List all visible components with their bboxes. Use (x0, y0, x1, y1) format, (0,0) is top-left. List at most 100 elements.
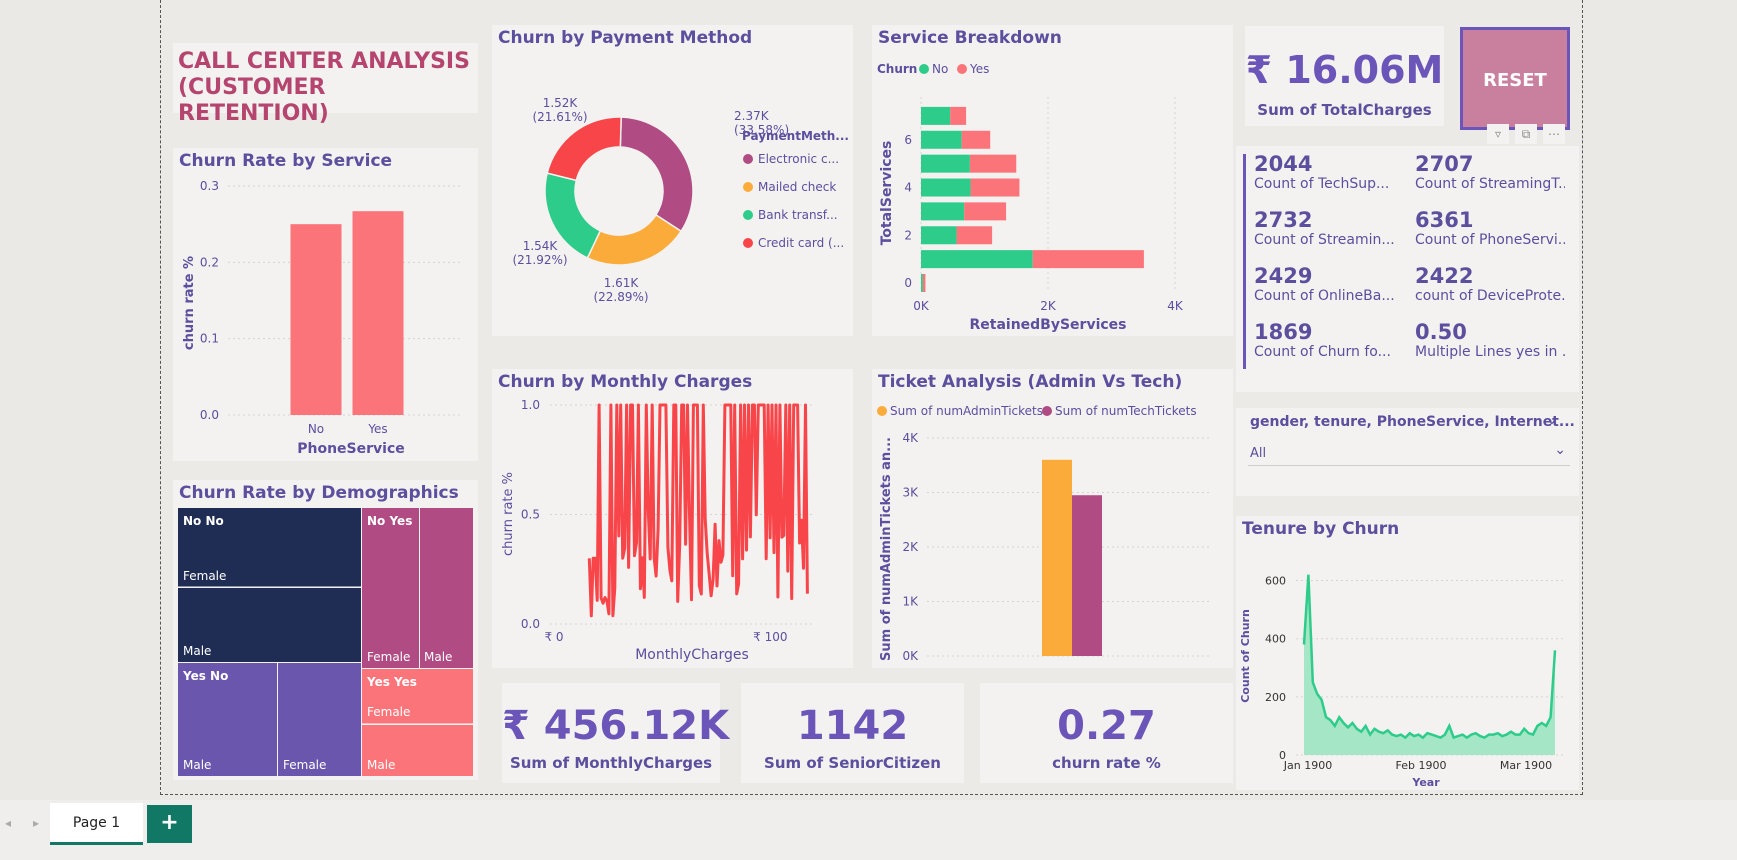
kpi-item: 1869 Count of Churn fo... (1254, 320, 1404, 360)
treemap-cell-label: Male (183, 644, 212, 658)
page-title: CALL CENTER ANALYSIS (CUSTOMER RETENTION… (178, 49, 478, 127)
bar (1042, 459, 1072, 656)
slicer-dropdown[interactable]: All ⌄ (1248, 442, 1570, 466)
treemap-cell-yes-no-female[interactable]: Female (278, 663, 361, 776)
y-tick-label: 0.0 (521, 617, 540, 631)
treemap-cell-label: Male (424, 650, 453, 664)
x-tick-label: 2K (1040, 299, 1057, 313)
slicer-title: gender, tenure, PhoneService, Internet..… (1250, 414, 1575, 430)
bar (290, 224, 342, 415)
kpi-item: 2707 Count of StreamingT... (1415, 152, 1565, 192)
legend-label: Sum of numAdminTickets (890, 404, 1043, 418)
kpi-value: 1142 (796, 703, 909, 749)
bar-segment (921, 250, 1033, 269)
kpi-card-monthly-charges: ₹ 456.12K Sum of MonthlyCharges (502, 683, 729, 783)
x-tick-label: No (308, 422, 324, 436)
service-breakdown-chart: Churn No Yes 0K 2K 4K 0 2 4 6 RetainedByServices To… (877, 62, 1184, 333)
plus-icon: + (160, 810, 179, 835)
data-label: 1.61K (604, 276, 640, 290)
ticket-analysis-card[interactable]: Ticket Analysis (Admin Vs Tech) Sum of n… (872, 369, 1233, 668)
legend-label: Sum of numTechTickets (1055, 404, 1197, 418)
y-tick-label: 0.1 (200, 332, 219, 346)
y-axis-title: churn rate % (501, 472, 516, 556)
y-tick-label: 0.5 (521, 508, 540, 522)
service-breakdown-card[interactable]: Service Breakdown Churn No Yes 0K 2K 4K 0 2 4 6 Re… (872, 25, 1233, 336)
legend-label: Credit card (... (758, 236, 844, 250)
bar-segment (922, 274, 926, 292)
y-axis-title: TotalServices (879, 141, 895, 246)
tab-scroll-right-icon[interactable]: ▸ (33, 816, 39, 830)
pie-slice (619, 116, 694, 233)
legend-title: Churn (877, 62, 917, 76)
kpi-label: Count of Streamin... (1254, 232, 1395, 248)
kpi-grid-card: 2044 Count of TechSup... 2707 Count of Stre… (1236, 146, 1579, 392)
y-tick-label: 3K (902, 486, 919, 500)
y-tick-label: 0 (904, 276, 912, 290)
kpi-label: count of DeviceProte... (1415, 288, 1565, 304)
treemap-cell-no-yes-male[interactable]: Male (420, 508, 473, 668)
slicer-card: gender, tenure, PhoneService, Internet..… (1236, 408, 1579, 496)
legend-marker (743, 238, 753, 248)
page-title-line1: CALL CENTER ANALYSIS (178, 49, 470, 74)
ticket-analysis-chart: Sum of numAdminTickets Sum of numTechTick… (877, 404, 1212, 663)
bar-segment (970, 178, 1020, 197)
treemap-cell-yes-yes-female[interactable]: Yes Yes Female (362, 669, 473, 724)
churn-by-monthly-charges-chart: 0.0 0.5 1.0 ₹ 0 ₹ 100 MonthlyCharges churn rat… (501, 398, 812, 663)
bar-segment (921, 202, 965, 221)
focus-mode-icon[interactable]: ⧉ (1515, 124, 1537, 144)
treemap-cell-label: Male (183, 758, 212, 772)
kpi-item: 2732 Count of Streamin... (1254, 208, 1404, 248)
kpi-card-churn-rate: 0.27 churn rate % (980, 683, 1233, 783)
bar-segment (921, 274, 923, 292)
slicer-dropdown-value: All (1250, 446, 1267, 461)
more-options-icon[interactable]: … (1543, 124, 1565, 144)
treemap-cell-yes-no-male[interactable]: Yes No Male (178, 663, 277, 776)
reset-button[interactable]: RESET (1460, 27, 1570, 130)
treemap-cell-label: Female (367, 705, 411, 719)
kpi-label: Count of PhoneServi... (1415, 232, 1565, 248)
kpi-label: Sum of MonthlyCharges (509, 754, 713, 772)
x-tick-label: Yes (367, 422, 387, 436)
tab-scroll-left-icon[interactable]: ◂ (5, 816, 11, 830)
bar-segment (921, 130, 962, 149)
churn-rate-by-demographics-card[interactable]: Churn Rate by Demographics No No Female … (173, 480, 478, 780)
tenure-by-churn-chart: 0200400600Jan 1900 Feb 1900 Mar 1900YearCo… (1239, 574, 1563, 789)
treemap-group-label: Yes Yes (367, 675, 417, 689)
title-card: CALL CENTER ANALYSIS (CUSTOMER RETENTION… (173, 43, 478, 126)
tenure-by-churn-card[interactable]: Tenure by Churn 0 200 400 600 Jan 1900 Feb 19… (1236, 516, 1579, 790)
data-label: 2.37K (734, 109, 770, 123)
legend-marker (1042, 406, 1052, 416)
treemap-group-label: Yes No (183, 669, 229, 683)
tab-page-1[interactable]: Page 1 (50, 803, 143, 845)
chevron-down-icon[interactable]: ⌄ (1546, 412, 1558, 428)
y-tick-label: 4 (904, 181, 912, 195)
report-canvas: CALL CENTER ANALYSIS (CUSTOMER RETENTION… (160, 0, 1583, 795)
series-line (587, 403, 809, 618)
kpi-item: 0.50 Multiple Lines yes in ... (1415, 320, 1565, 360)
y-tick-label: 0.3 (200, 179, 219, 193)
treemap-cell-yes-yes-male[interactable]: Male (362, 725, 473, 776)
churn-by-payment-method-card[interactable]: Churn by Payment Method 2.37K (33.58%) 1.6… (492, 25, 853, 336)
treemap-cell-label: Female (183, 569, 227, 583)
add-page-button[interactable]: + (147, 805, 192, 843)
kpi-label: Multiple Lines yes in ... (1415, 344, 1565, 360)
kpi-item: 6361 Count of PhoneServi... (1415, 208, 1565, 248)
bar-segment (961, 130, 991, 149)
data-label: 1.52K (543, 96, 579, 110)
x-tick-label: 0K (913, 299, 930, 313)
treemap-cell-no-yes-female[interactable]: No Yes Female (362, 508, 419, 668)
kpi-value: 0.27 (1057, 703, 1156, 749)
y-tick-label: 200 (1265, 691, 1286, 704)
x-tick-label: Jan 1900 (1283, 759, 1332, 772)
churn-by-monthly-charges-card[interactable]: Churn by Monthly Charges 0.0 0.5 1.0 ₹ 0 ₹ 1… (492, 369, 853, 668)
treemap-cell-no-no-female[interactable]: No No Female (178, 508, 361, 587)
churn-rate-by-service-card[interactable]: Churn Rate by Service 0.0 0.1 0.2 0.3 No Yes P… (173, 148, 478, 461)
data-label: (21.92%) (512, 253, 567, 267)
y-tick-label: 1K (902, 595, 919, 609)
treemap-cell-no-no-male[interactable]: Male (178, 588, 361, 662)
legend-marker (743, 154, 753, 164)
y-tick-label: 4K (902, 431, 919, 445)
filter-icon[interactable]: ▿ (1487, 124, 1509, 144)
kpi-item: 2422 count of DeviceProte... (1415, 264, 1565, 304)
series-line (1302, 574, 1557, 740)
